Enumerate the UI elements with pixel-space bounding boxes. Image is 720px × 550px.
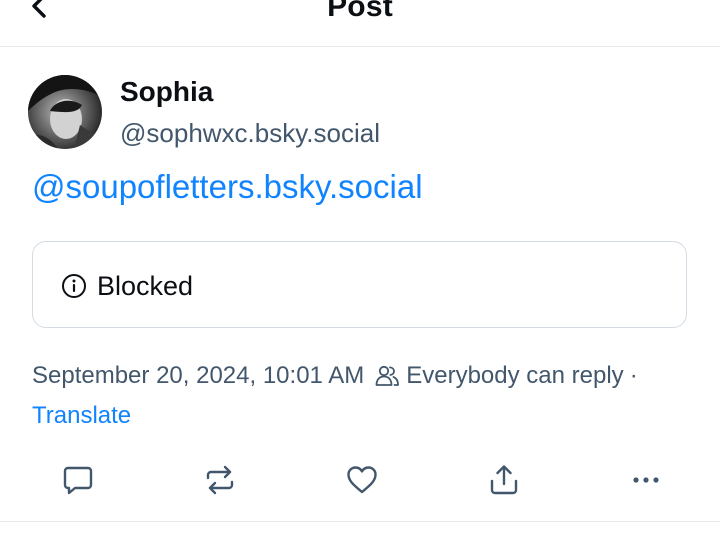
repost-icon xyxy=(206,465,234,495)
divider xyxy=(0,521,720,522)
translate-link[interactable]: Translate xyxy=(32,402,131,430)
more-options-button[interactable] xyxy=(624,458,668,502)
repost-button[interactable] xyxy=(198,458,242,502)
reply-setting[interactable]: Everybody can reply xyxy=(406,362,623,390)
header: Post xyxy=(0,0,720,47)
author-handle[interactable]: @sophwxc.bsky.social xyxy=(120,118,380,149)
mention-link[interactable]: @soupofletters.bsky.social xyxy=(32,168,423,206)
avatar-image xyxy=(28,75,102,149)
post-meta: September 20, 2024, 10:01 AM Everybody c… xyxy=(32,360,712,392)
info-circle-icon xyxy=(62,274,86,298)
blocked-embed: Blocked xyxy=(32,241,687,328)
like-heart-icon xyxy=(347,466,377,494)
page-title: Post xyxy=(327,0,393,23)
author-name[interactable]: Sophia xyxy=(120,76,213,108)
like-button[interactable] xyxy=(340,458,384,502)
share-icon xyxy=(490,465,518,495)
reply-icon xyxy=(63,466,93,495)
separator: · xyxy=(629,362,638,389)
reply-button[interactable] xyxy=(56,458,100,502)
avatar[interactable] xyxy=(28,75,102,149)
blocked-label: Blocked xyxy=(97,271,194,301)
timestamp: September 20, 2024, 10:01 AM xyxy=(32,362,365,389)
post-thread-screen: Post Sophia @sophwxc.bsky.social @soupof… xyxy=(0,0,720,550)
more-icon xyxy=(633,477,659,483)
share-button[interactable] xyxy=(482,458,526,502)
people-icon xyxy=(375,365,400,386)
